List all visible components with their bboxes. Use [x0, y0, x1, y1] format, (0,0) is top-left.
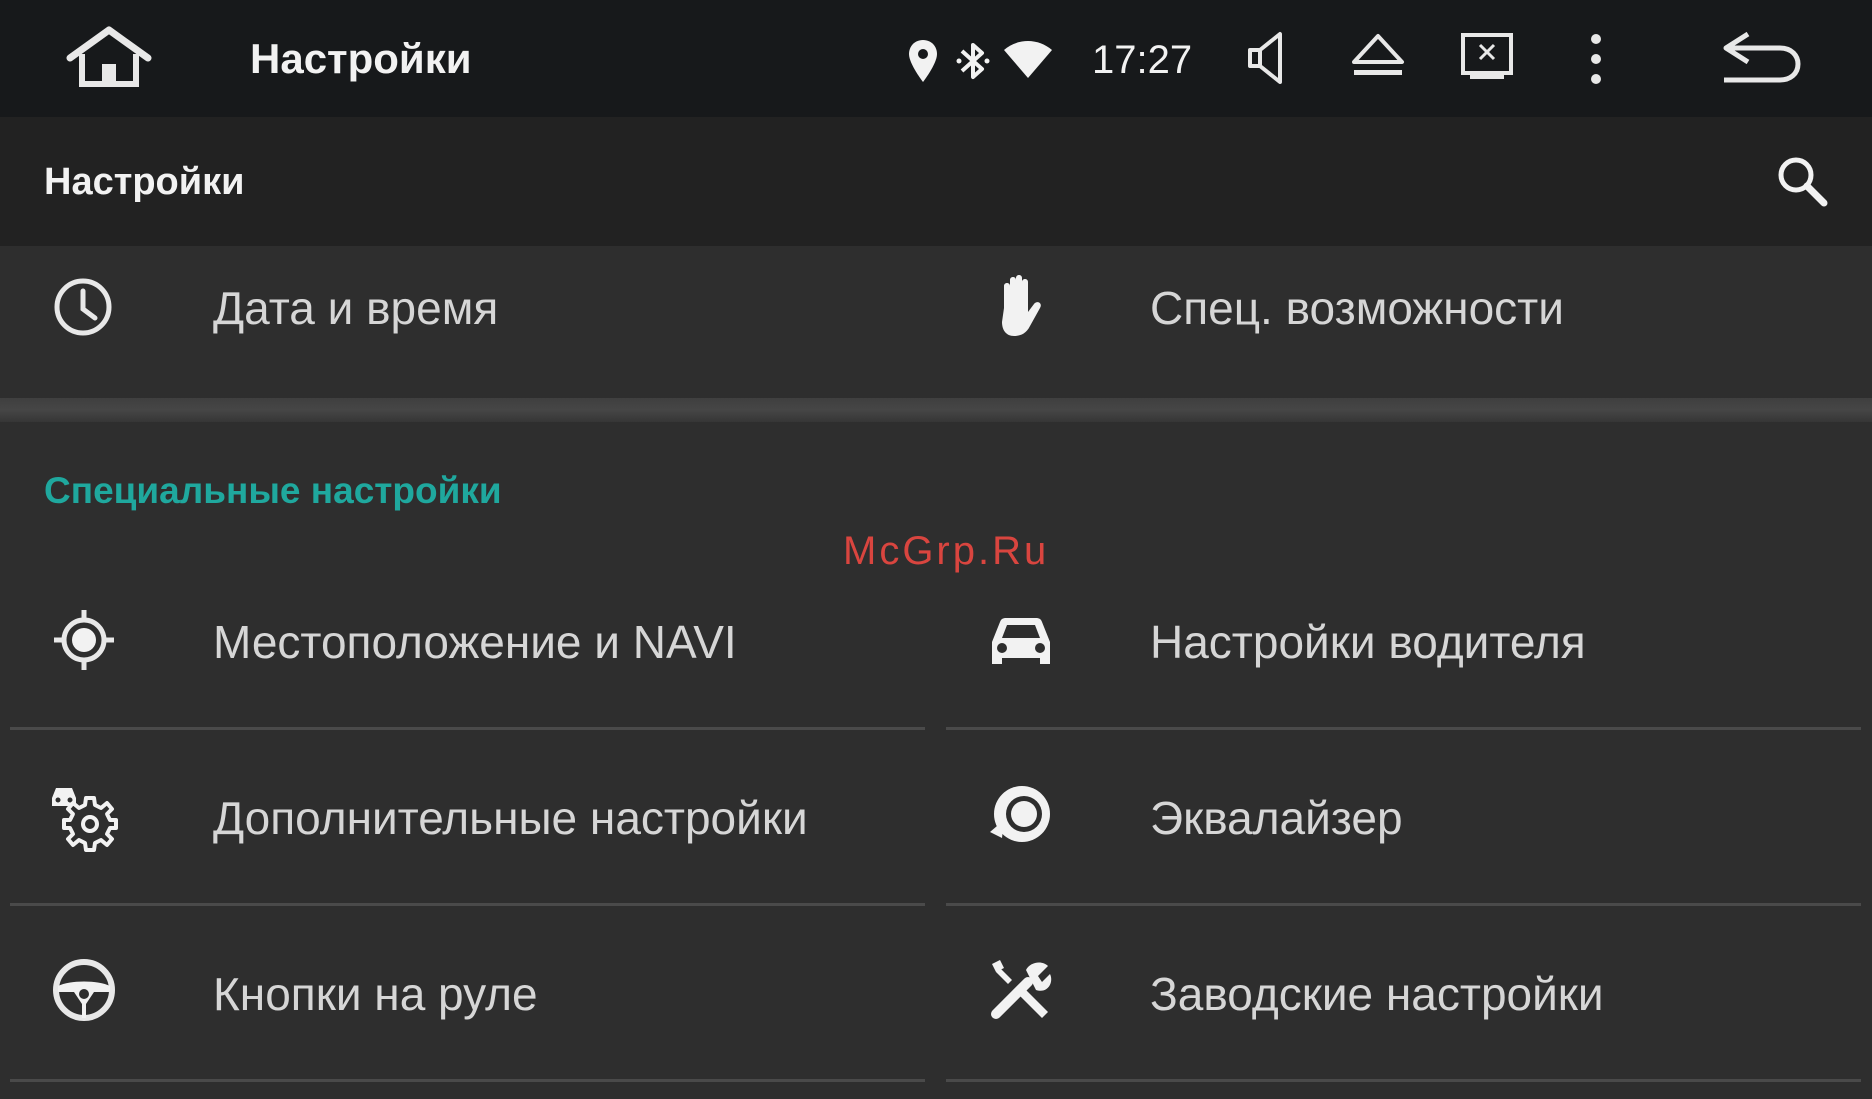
steering-wheel-icon	[53, 959, 115, 1021]
settings-item-label: Заводские настройки	[1150, 968, 1604, 1020]
settings-item-label: Эквалайзер	[1150, 792, 1403, 844]
screen-off-icon[interactable]	[1460, 32, 1514, 82]
location-icon	[909, 40, 937, 82]
settings-item-steering-buttons[interactable]: Кнопки на руле	[0, 934, 930, 1054]
settings-item-driver-settings[interactable]: Настройки водителя	[940, 582, 1870, 702]
car-gear-icon	[52, 788, 118, 852]
section-header: Специальные настройки	[44, 470, 502, 511]
status-bar: Настройки 17:27	[0, 0, 1872, 117]
settings-item-location-navi[interactable]: Местоположение и NAVI	[0, 582, 930, 702]
list-divider	[946, 1079, 1861, 1082]
back-icon[interactable]	[1718, 30, 1804, 86]
list-divider	[10, 727, 925, 730]
car-icon	[992, 618, 1050, 664]
clock-icon	[54, 278, 112, 336]
clock-time: 17:27	[1092, 38, 1193, 82]
list-divider	[10, 903, 925, 906]
list-divider	[946, 727, 1861, 730]
settings-item-label: Настройки водителя	[1150, 616, 1586, 668]
watermark: McGrp.Ru	[843, 529, 1050, 573]
home-icon[interactable]	[64, 26, 154, 90]
volume-icon[interactable]	[1246, 30, 1292, 86]
list-divider	[946, 903, 1861, 906]
section-divider	[0, 398, 1872, 422]
top-settings-row: Дата и время Спец. возможности	[0, 246, 1872, 398]
wifi-icon	[1004, 41, 1052, 78]
settings-item-label: Спец. возможности	[1150, 282, 1564, 334]
speaker-icon	[990, 786, 1050, 842]
tools-icon	[991, 960, 1052, 1019]
list-divider	[10, 1079, 925, 1082]
settings-screen: Настройки 17:27 Настройки Дата и время С…	[0, 0, 1872, 1099]
settings-item-additional[interactable]: Дополнительные настройки	[0, 758, 930, 878]
page-title: Настройки	[44, 161, 245, 203]
settings-item-label: Дата и время	[213, 282, 499, 334]
settings-item-accessibility[interactable]: Спец. возможности	[940, 260, 1870, 380]
more-vert-icon[interactable]	[1586, 32, 1606, 86]
eject-icon[interactable]	[1350, 32, 1406, 82]
search-icon[interactable]	[1772, 151, 1832, 211]
bluetooth-icon	[956, 43, 990, 79]
settings-item-factory-settings[interactable]: Заводские настройки	[940, 934, 1870, 1054]
header-bar: Настройки	[0, 117, 1872, 246]
settings-item-equalizer[interactable]: Эквалайзер	[940, 758, 1870, 878]
hand-icon	[1002, 275, 1041, 336]
app-title: Настройки	[250, 35, 472, 82]
settings-item-date-time[interactable]: Дата и время	[0, 260, 930, 380]
settings-item-label: Местоположение и NAVI	[213, 616, 737, 668]
settings-item-label: Дополнительные настройки	[213, 792, 808, 844]
settings-item-label: Кнопки на руле	[213, 968, 538, 1020]
gps-target-icon	[54, 610, 114, 670]
